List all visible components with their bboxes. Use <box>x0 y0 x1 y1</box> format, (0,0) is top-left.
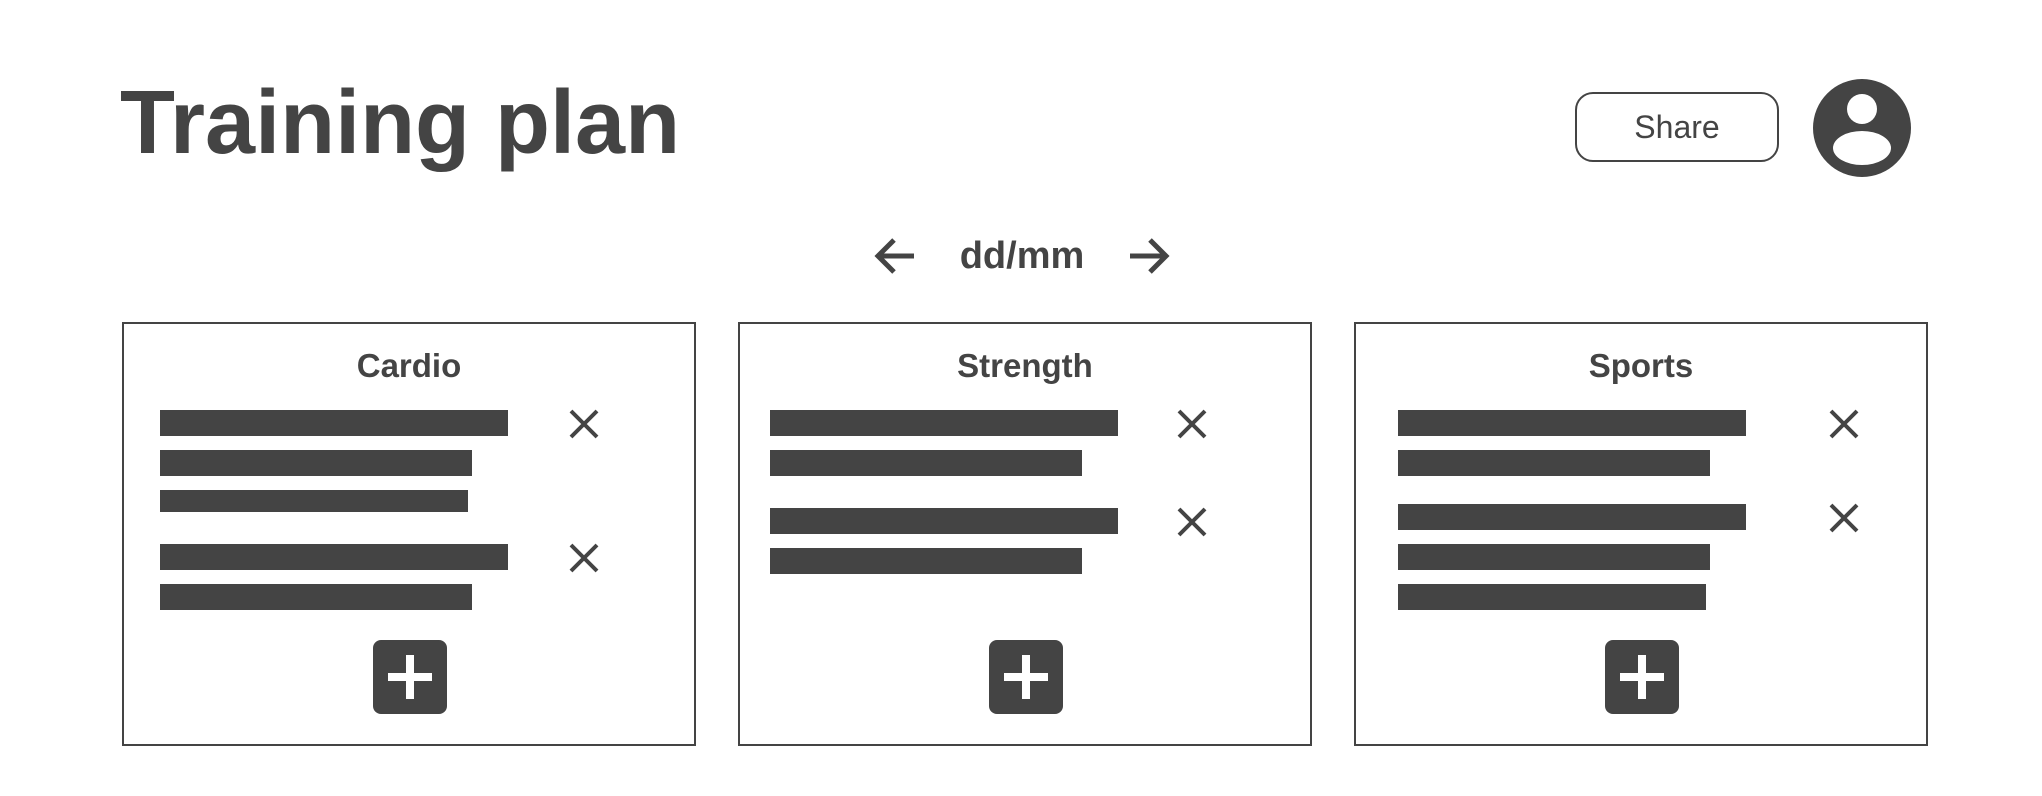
exercise-placeholder-line <box>160 544 508 570</box>
exercise-placeholder-line <box>1398 544 1710 570</box>
arrow-left-icon[interactable] <box>870 231 920 281</box>
plus-icon <box>1620 655 1664 699</box>
close-icon[interactable] <box>1826 500 1862 536</box>
date-label: dd/mm <box>959 235 1085 277</box>
exercise-placeholder-line <box>1398 504 1746 530</box>
add-exercise-button[interactable] <box>373 640 447 714</box>
page-title: Training plan <box>120 73 681 173</box>
user-avatar-icon[interactable] <box>1813 79 1911 177</box>
training-plan-page: Training plan Share dd/mm Cardio Strengt… <box>0 0 2042 796</box>
close-icon[interactable] <box>1174 504 1210 540</box>
card-title: Sports <box>1588 347 1694 384</box>
exercise-placeholder-line <box>1398 450 1710 476</box>
card-cardio: Cardio <box>122 322 696 746</box>
exercise-placeholder-line <box>770 548 1082 574</box>
card-title: Strength <box>957 347 1093 384</box>
close-icon[interactable] <box>566 406 602 442</box>
card-sports: Sports <box>1354 322 1928 746</box>
exercise-placeholder-line <box>1398 410 1746 436</box>
exercise-placeholder-line <box>1398 584 1706 610</box>
close-icon[interactable] <box>1826 406 1862 442</box>
share-button[interactable]: Share <box>1575 92 1779 162</box>
arrow-right-icon[interactable] <box>1124 231 1174 281</box>
date-navigator: dd/mm <box>870 226 1174 286</box>
exercise-placeholder-line <box>770 450 1082 476</box>
card-strength: Strength <box>738 322 1312 746</box>
exercise-placeholder-line <box>160 410 508 436</box>
exercise-placeholder-line <box>770 508 1118 534</box>
add-exercise-button[interactable] <box>1605 640 1679 714</box>
plus-icon <box>1004 655 1048 699</box>
exercise-placeholder-line <box>770 410 1118 436</box>
exercise-placeholder-line <box>160 584 472 610</box>
close-icon[interactable] <box>1174 406 1210 442</box>
exercise-placeholder-line <box>160 490 468 512</box>
plus-icon <box>388 655 432 699</box>
card-title: Cardio <box>356 347 462 384</box>
exercise-placeholder-line <box>160 450 472 476</box>
add-exercise-button[interactable] <box>989 640 1063 714</box>
close-icon[interactable] <box>566 540 602 576</box>
